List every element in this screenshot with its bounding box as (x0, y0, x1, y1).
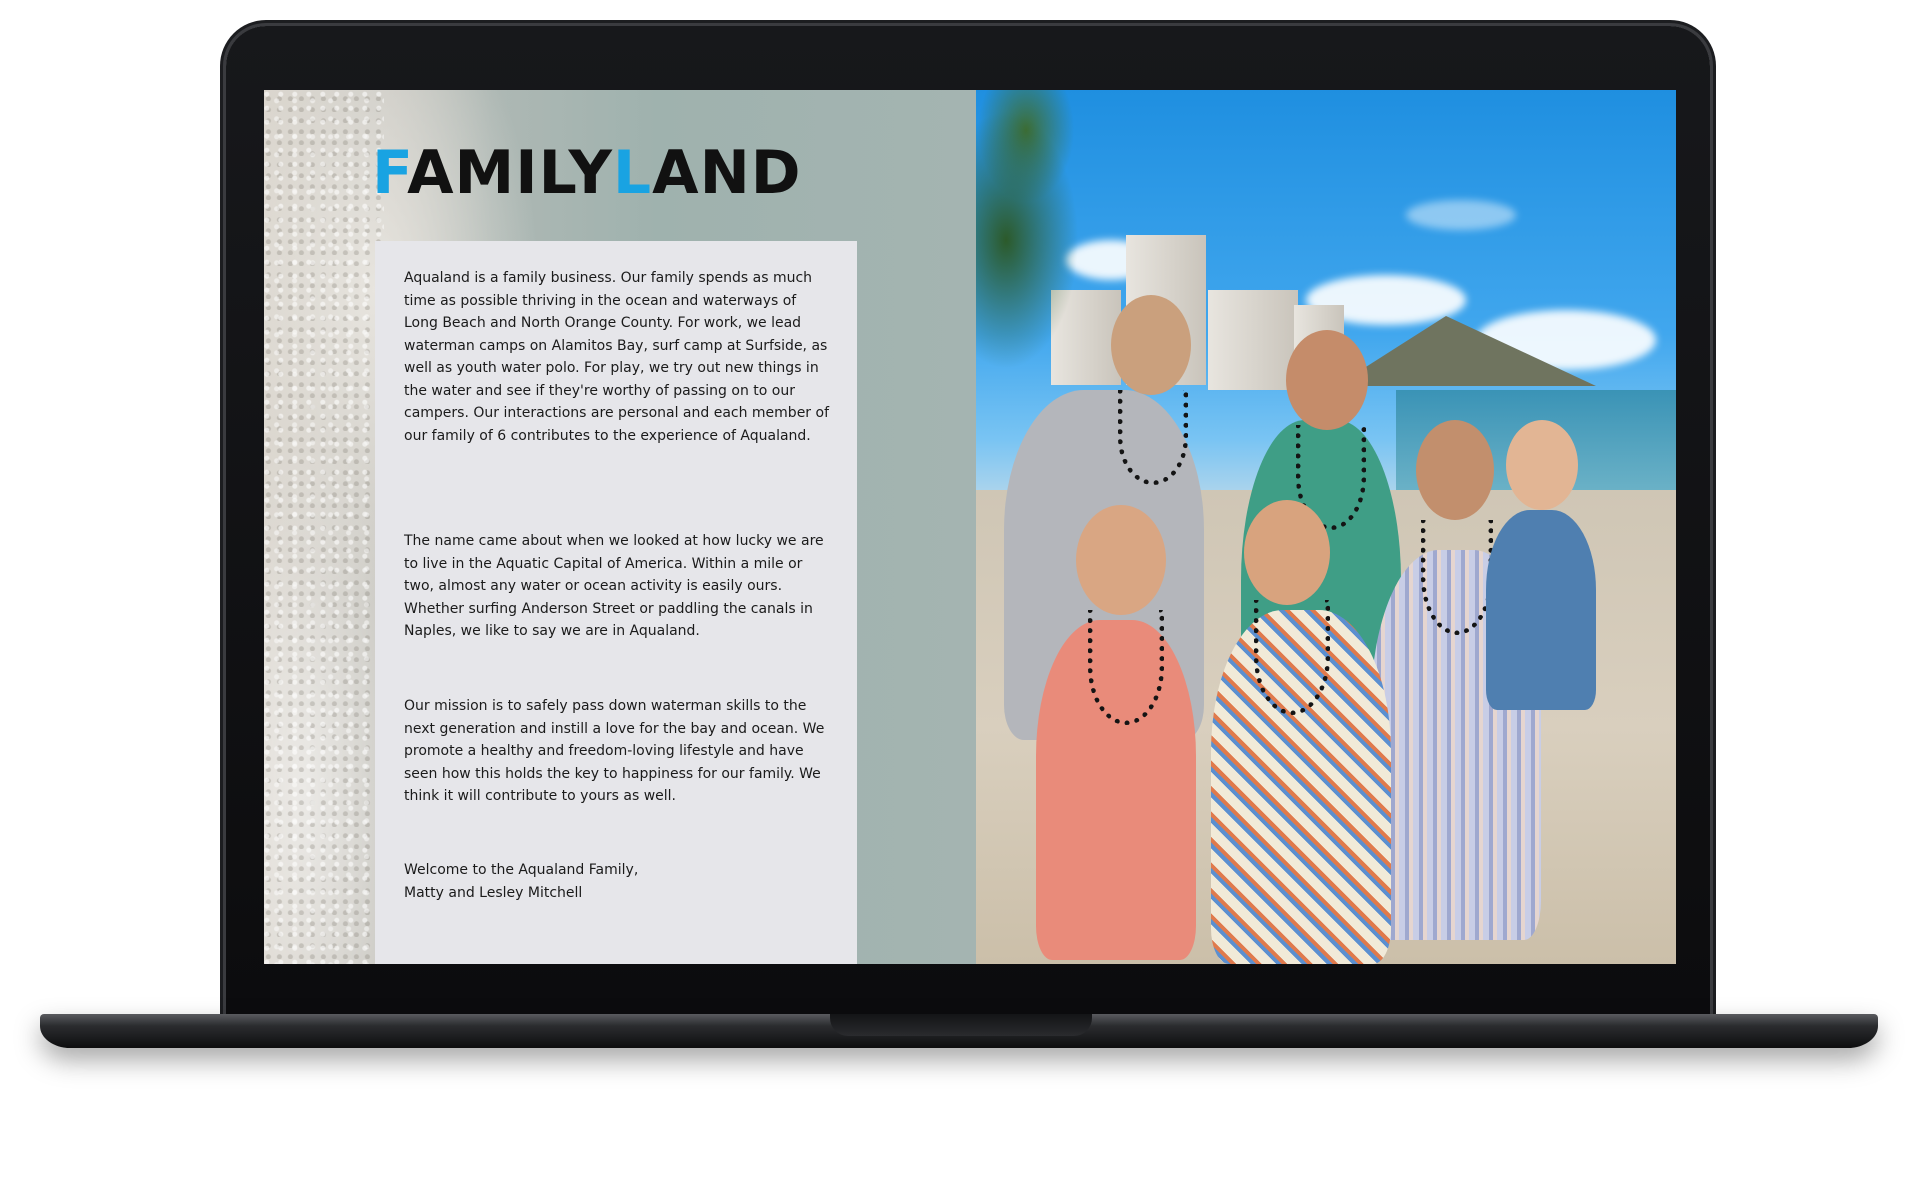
lei (1118, 390, 1188, 485)
story-paragraph-3: Our mission is to safely pass down water… (404, 698, 825, 804)
family-photo (976, 90, 1676, 964)
story-sign-off: Welcome to the Aqualand Family, Matty an… (404, 859, 834, 904)
about-panel: FAMILYLAND Aqualand is a family business… (264, 90, 976, 964)
surf-foam-texture (264, 90, 384, 964)
story-paragraph-1: Aqualand is a family business. Our famil… (404, 270, 830, 444)
head (1506, 420, 1578, 510)
cloud (1406, 200, 1516, 230)
logo-text-and: AND (652, 138, 802, 208)
familyland-logo: FAMILYLAND (372, 142, 862, 204)
story-paragraph-2: The name came about when we looked at ho… (404, 533, 824, 639)
lei (1421, 520, 1493, 635)
head (1244, 500, 1330, 605)
logo-letter-l: L (612, 138, 653, 208)
head (1286, 330, 1368, 430)
laptop-screen: FAMILYLAND Aqualand is a family business… (264, 90, 1676, 964)
sign-off-line-2: Matty and Lesley Mitchell (404, 884, 583, 901)
lei (1254, 600, 1330, 715)
head (1076, 505, 1166, 615)
logo-text-amily: AMILY (407, 138, 613, 208)
building (1208, 290, 1298, 390)
head (1416, 420, 1494, 520)
laptop-notch (830, 1014, 1092, 1036)
lei (1088, 610, 1164, 725)
person-toddler (1486, 510, 1596, 710)
logo-letter-f: F (372, 138, 408, 208)
story-card: Aqualand is a family business. Our famil… (375, 241, 857, 964)
sign-off-line-1: Welcome to the Aqualand Family, (404, 862, 639, 878)
mountain (1336, 316, 1596, 386)
head (1111, 295, 1191, 395)
